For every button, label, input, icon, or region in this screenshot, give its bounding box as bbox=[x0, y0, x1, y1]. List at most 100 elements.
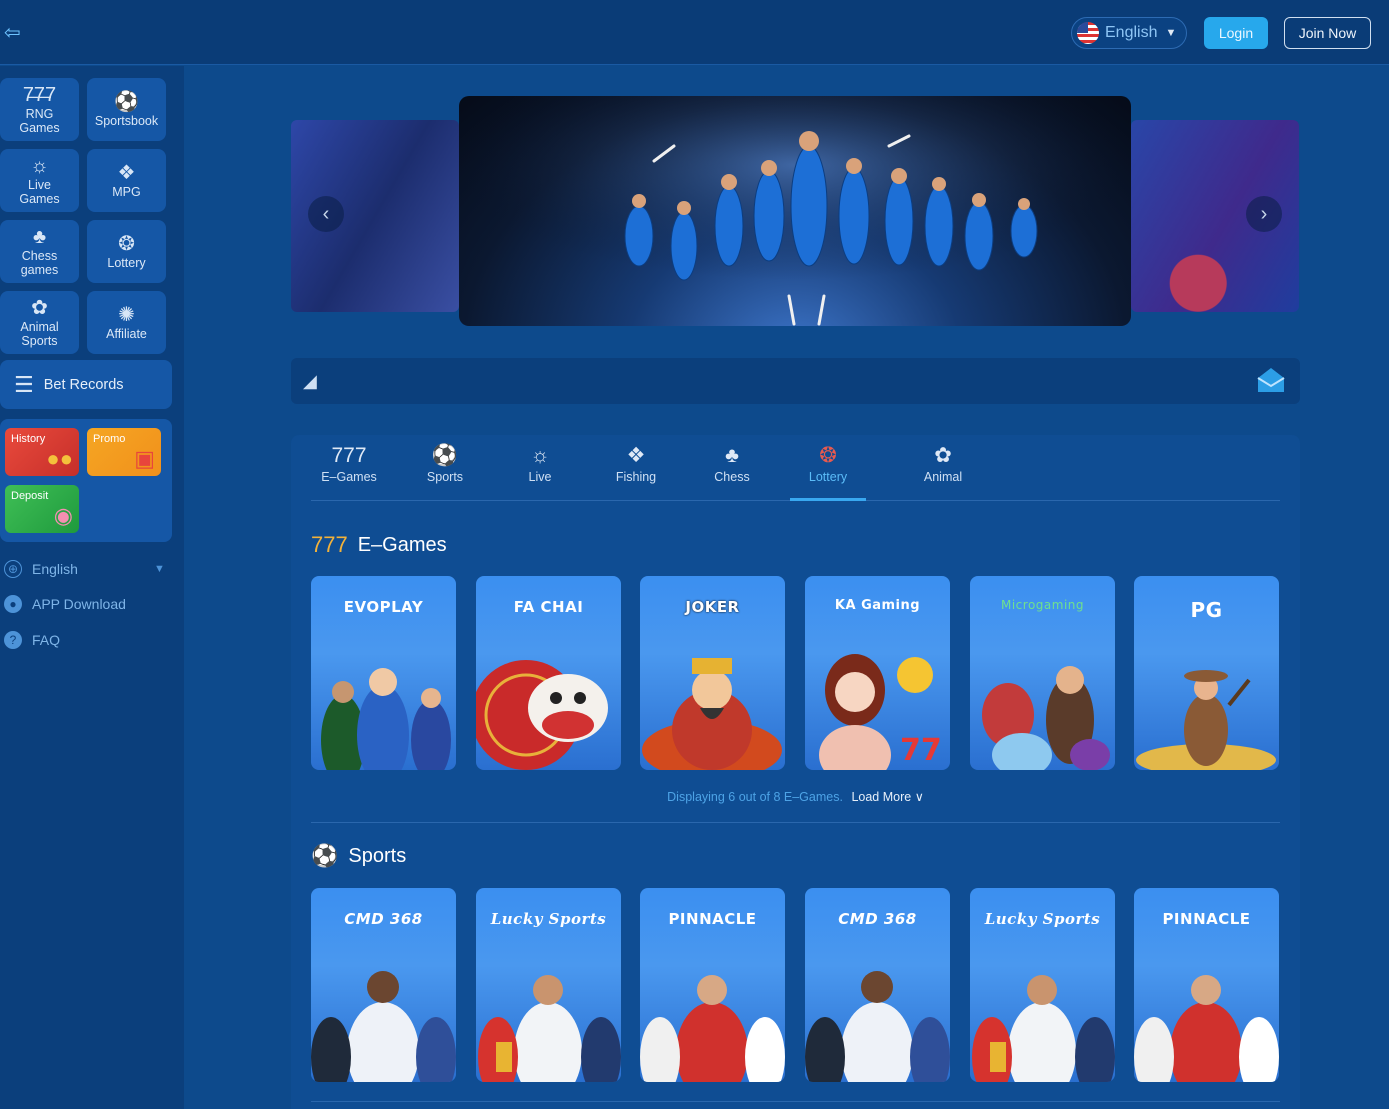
sidebar: 7̶7̶7 RNG Games ⚽ Sportsbook ☼ Live Game… bbox=[0, 66, 184, 1109]
dealer-icon: ☼ bbox=[530, 444, 550, 467]
provider-card-cmd368[interactable]: CMD 368 bbox=[805, 888, 950, 1082]
faq-label: FAQ bbox=[32, 632, 61, 648]
rooster-icon: ✿ bbox=[31, 297, 48, 319]
provider-name: Lucky Sports bbox=[984, 910, 1101, 928]
hero-banner[interactable] bbox=[459, 96, 1131, 326]
globe-icon: ⊕ bbox=[4, 560, 22, 578]
provider-card-pinnacle[interactable]: PINNACLE bbox=[1134, 888, 1279, 1082]
provider-card-evoplay[interactable]: EVOPLAY bbox=[311, 576, 456, 770]
join-now-button[interactable]: Join Now bbox=[1284, 17, 1371, 49]
load-more-button[interactable]: Load More ∨ bbox=[851, 790, 923, 804]
question-icon: ? bbox=[4, 631, 22, 649]
sidebar-item-label: Lottery bbox=[107, 256, 146, 270]
sidebar-item-live-games[interactable]: ☼ Live Games bbox=[0, 149, 79, 212]
provider-card-lucky-sports[interactable]: Lucky Sports bbox=[476, 888, 621, 1082]
sidebar-item-label: Sportsbook bbox=[94, 114, 159, 128]
sidebar-language-label: English bbox=[32, 561, 78, 577]
collapse-menu-icon[interactable]: ⇦ bbox=[4, 22, 28, 44]
provider-name: JOKER bbox=[685, 598, 740, 616]
lottery-balls-icon: ❂ bbox=[819, 444, 837, 467]
tab-sports[interactable]: ⚽ Sports bbox=[407, 443, 483, 499]
carousel-prev-button[interactable]: ‹ bbox=[308, 196, 344, 232]
slot-777-icon: 777 bbox=[331, 444, 367, 467]
football-players-image bbox=[311, 971, 456, 1082]
carousel-next-button[interactable]: › bbox=[1246, 196, 1282, 232]
gold-coins-icon: ●● bbox=[46, 446, 73, 471]
sidebar-item-chess-games[interactable]: ♣ Chess games bbox=[0, 220, 79, 283]
provider-name: CMD 368 bbox=[838, 910, 917, 928]
pg-soft-explorer-image bbox=[1136, 670, 1276, 770]
sidebar-item-label: Chess games bbox=[20, 249, 59, 277]
login-button[interactable]: Login bbox=[1204, 17, 1268, 49]
provider-card-microgaming[interactable]: Microgaming bbox=[970, 576, 1115, 770]
tab-label: Animal bbox=[923, 470, 963, 484]
games-panel: 777 E–Games ⚽ Sports ☼ Live ❖ Fishing ♣ … bbox=[291, 435, 1300, 1109]
provider-card-ka-gaming[interactable]: KA Gaming 77 bbox=[805, 576, 950, 770]
provider-card-cmd368[interactable]: CMD 368 bbox=[311, 888, 456, 1082]
soccer-ball-icon: ⚽ bbox=[114, 91, 139, 113]
egames-title: E–Games bbox=[357, 533, 447, 556]
sidebar-item-label: Live Games bbox=[19, 178, 60, 206]
promo-tile[interactable]: Promo ▣ bbox=[87, 428, 161, 476]
sidebar-item-affiliate[interactable]: ✺ Affiliate bbox=[87, 291, 166, 354]
soccer-ball-icon: ⚽ bbox=[431, 444, 459, 467]
fish-icon: ❖ bbox=[117, 162, 136, 184]
fa-chai-lion-image bbox=[476, 660, 608, 770]
double-chevron-down-icon: ∨ bbox=[914, 790, 924, 804]
deposit-tile[interactable]: Deposit ◉ bbox=[5, 485, 79, 533]
chevron-left-icon: ‹ bbox=[322, 202, 330, 225]
tab-e-games[interactable]: 777 E–Games bbox=[311, 443, 387, 499]
sidebar-item-animal-sports[interactable]: ✿ Animal Sports bbox=[0, 291, 79, 354]
sidebar-item-mpg[interactable]: ❖ MPG bbox=[87, 149, 166, 212]
tab-label: Lottery bbox=[808, 470, 848, 484]
football-players-image bbox=[1134, 975, 1279, 1082]
tab-animal[interactable]: ✿ Animal bbox=[905, 443, 981, 499]
ka-gaming-girl-image: 77 bbox=[819, 654, 942, 770]
piggy-bank-icon: ◉ bbox=[53, 503, 73, 528]
sidebar-item-sportsbook[interactable]: ⚽ Sportsbook bbox=[87, 78, 166, 141]
displaying-count: Displaying 6 out of 8 E–Games. bbox=[667, 790, 843, 804]
speaker-icon: ◢ bbox=[303, 371, 317, 391]
football-players-image bbox=[972, 975, 1115, 1082]
provider-card-lucky-sports[interactable]: Lucky Sports bbox=[970, 888, 1115, 1082]
tab-chess[interactable]: ♣ Chess bbox=[694, 443, 770, 499]
bet-records-button[interactable]: ☰ Bet Records bbox=[0, 360, 172, 409]
provider-card-joker[interactable]: JOKER bbox=[640, 576, 785, 770]
faq-link[interactable]: ? FAQ bbox=[4, 629, 60, 651]
tab-label: Sports bbox=[426, 470, 464, 484]
top-header: ⇦ English ▼ Login Join Now bbox=[0, 0, 1389, 65]
tab-fishing[interactable]: ❖ Fishing bbox=[598, 443, 674, 499]
tab-live[interactable]: ☼ Live bbox=[502, 443, 578, 499]
provider-card-pinnacle[interactable]: PINNACLE bbox=[640, 888, 785, 1082]
promo-panel: History ●● Promo ▣ Deposit ◉ bbox=[0, 419, 172, 542]
app-download-link[interactable]: ● APP Download bbox=[4, 593, 126, 615]
tab-lottery[interactable]: ❂ Lottery bbox=[790, 443, 866, 501]
sidebar-item-label: Affiliate bbox=[106, 327, 147, 341]
provider-card-pg[interactable]: PG bbox=[1134, 576, 1279, 770]
sidebar-language-selector[interactable]: ⊕ English ▼ bbox=[4, 558, 180, 580]
user-download-icon: ● bbox=[4, 595, 22, 613]
sidebar-item-rng-games[interactable]: 7̶7̶7 RNG Games bbox=[0, 78, 79, 141]
coins-stack-icon: ☰ bbox=[14, 371, 34, 397]
language-label: English bbox=[1105, 24, 1158, 41]
football-players-image bbox=[640, 975, 785, 1082]
tab-label: Fishing bbox=[615, 470, 657, 484]
provider-card-fa-chai[interactable]: FA CHAI bbox=[476, 576, 621, 770]
tab-label: Live bbox=[528, 470, 552, 484]
mail-icon[interactable] bbox=[1256, 366, 1286, 394]
language-selector[interactable]: English ▼ bbox=[1071, 17, 1187, 49]
section-divider bbox=[311, 1101, 1280, 1102]
provider-name: PINNACLE bbox=[1162, 910, 1251, 928]
svg-text:77: 77 bbox=[900, 733, 942, 768]
provider-name: CMD 368 bbox=[344, 910, 423, 928]
provider-name: EVOPLAY bbox=[343, 598, 424, 616]
history-tile[interactable]: History ●● bbox=[5, 428, 79, 476]
provider-name: PINNACLE bbox=[668, 910, 757, 928]
cards-icon: ♣ bbox=[32, 226, 47, 248]
sidebar-item-label: RNG Games bbox=[19, 107, 60, 135]
provider-name: PG bbox=[1190, 598, 1223, 622]
fish-icon: ❖ bbox=[626, 444, 646, 467]
sidebar-item-lottery[interactable]: ❂ Lottery bbox=[87, 220, 166, 283]
category-tabs: 777 E–Games ⚽ Sports ☼ Live ❖ Fishing ♣ … bbox=[311, 435, 1280, 501]
network-icon: ✺ bbox=[118, 304, 135, 326]
